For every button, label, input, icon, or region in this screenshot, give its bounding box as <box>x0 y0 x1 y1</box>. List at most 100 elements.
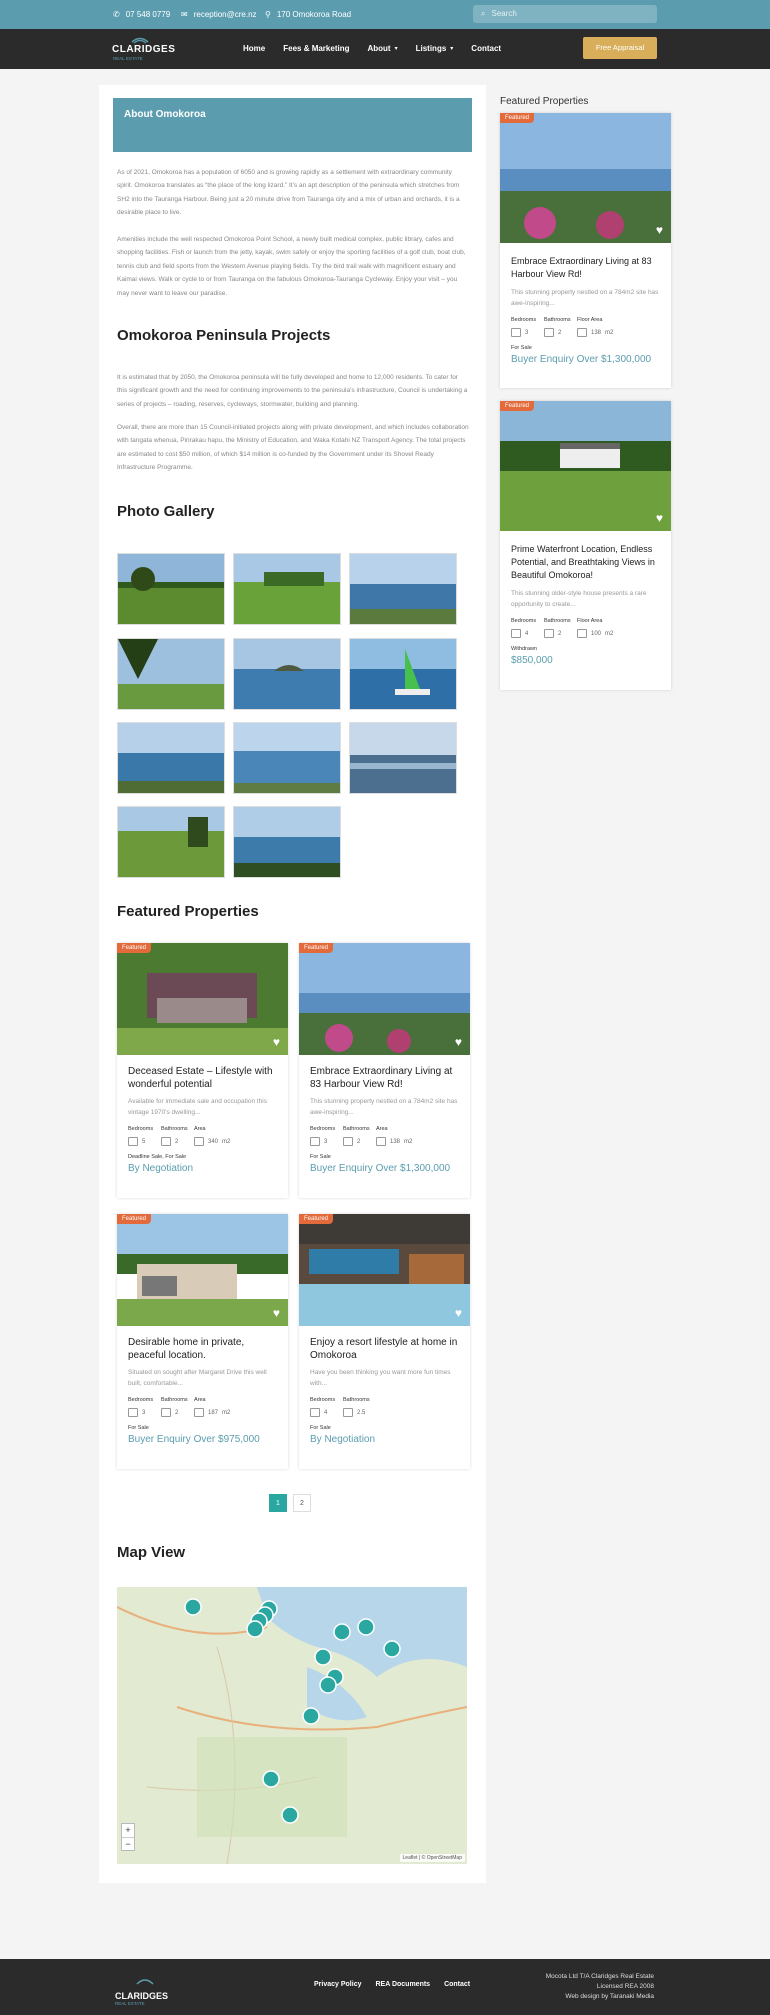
property-price: Buyer Enquiry Over $1,300,000 <box>511 354 652 365</box>
site-footer: CLARIDGES REAL ESTATE Privacy Policy REA… <box>0 1959 770 2015</box>
gallery-photo-10[interactable] <box>117 806 225 878</box>
heart-icon[interactable]: ♥ <box>455 1306 462 1320</box>
property-title[interactable]: Enjoy a resort lifestyle at home in Omok… <box>299 1336 470 1362</box>
bathrooms-value: 2.5 <box>357 1409 366 1416</box>
property-image[interactable]: Featured ♥ <box>117 1214 288 1326</box>
gallery-photo-2[interactable] <box>233 553 341 625</box>
nav-listings[interactable]: Listings <box>416 29 447 69</box>
property-card-4[interactable]: Featured ♥ Enjoy a resort lifestyle at h… <box>299 1214 470 1469</box>
property-title[interactable]: Embrace Extraordinary Living at 83 Harbo… <box>299 1065 470 1091</box>
area-icon <box>577 629 587 638</box>
gallery-photo-1[interactable] <box>117 553 225 625</box>
bed-icon <box>511 328 521 337</box>
area-icon <box>194 1408 204 1417</box>
pagination: 1 2 <box>269 1494 311 1512</box>
projects-title: Omokoroa Peninsula Projects <box>117 327 331 344</box>
page-2-button[interactable]: 2 <box>293 1494 311 1512</box>
footer-link-privacy[interactable]: Privacy Policy <box>314 1981 361 1988</box>
nav-about[interactable]: About <box>367 29 390 69</box>
heart-icon[interactable]: ♥ <box>656 511 663 525</box>
envelope-icon: ✉ <box>181 10 188 19</box>
sidebar-property-card-1[interactable]: Featured ♥ Embrace Extraordinary Living … <box>500 113 671 388</box>
gallery-photo-3[interactable] <box>349 553 457 625</box>
heart-icon[interactable]: ♥ <box>455 1035 462 1049</box>
property-card-1[interactable]: Featured ♥ Deceased Estate – Lifestyle w… <box>117 943 288 1198</box>
site-logo[interactable]: CLARIDGES REAL ESTATE <box>110 34 175 64</box>
property-image[interactable]: Featured ♥ <box>500 401 671 531</box>
property-status: For Sale <box>511 345 532 351</box>
nav-fees[interactable]: Fees & Marketing <box>283 29 349 69</box>
property-image[interactable]: Featured ♥ <box>299 1214 470 1326</box>
phone-contact[interactable]: ✆ 07 548 0779 <box>113 0 170 29</box>
property-title[interactable]: Deceased Estate – Lifestyle with wonderf… <box>117 1065 288 1091</box>
bedrooms-value: 3 <box>324 1138 328 1145</box>
property-price: $850,000 <box>511 655 553 666</box>
projects-paragraph-1: It is estimated that by 2050, the Omokor… <box>117 374 468 408</box>
property-price: By Negotiation <box>128 1163 194 1174</box>
heart-icon[interactable]: ♥ <box>273 1306 280 1320</box>
gallery-photo-7[interactable] <box>117 722 225 794</box>
property-card-3[interactable]: Featured ♥ Desirable home in private, pe… <box>117 1214 288 1469</box>
footer-link-contact[interactable]: Contact <box>444 1981 470 1988</box>
address-text: 170 Omokoroa Road <box>276 10 352 19</box>
gallery-photo-6[interactable] <box>349 638 457 710</box>
email-contact[interactable]: ✉ reception@cre.nz <box>181 0 257 29</box>
property-features: Bedrooms 3 Bathrooms 2 Floor Area 138 m2 <box>500 317 671 337</box>
gallery-photo-9[interactable] <box>349 722 457 794</box>
search-icon: ⌕ <box>481 9 486 18</box>
page-1-button[interactable]: 1 <box>269 1494 287 1512</box>
gallery-photo-11[interactable] <box>233 806 341 878</box>
bed-icon <box>128 1137 138 1146</box>
bedrooms-label: Bedrooms <box>511 317 537 323</box>
property-features: Bedrooms 4 Bathrooms 2 Floor Area 100 m2 <box>500 618 671 638</box>
nav-menu: Home Fees & Marketing About ▾ Listings ▾… <box>243 29 501 69</box>
map-view[interactable]: + − Leaflet | © OpenStreetMap <box>117 1587 467 1864</box>
nav-home[interactable]: Home <box>243 29 265 69</box>
search-placeholder: Search <box>491 9 517 18</box>
featured-badge: Featured <box>299 1214 334 1224</box>
area-unit: m2 <box>404 1138 413 1145</box>
property-card-2[interactable]: Featured ♥ Embrace Extraordinary Living … <box>299 943 470 1198</box>
logo-text: CLARIDGES <box>112 44 176 55</box>
property-status: For Sale <box>310 1154 331 1160</box>
bathrooms-label: Bathrooms <box>544 618 571 624</box>
property-title[interactable]: Prime Waterfront Location, Endless Poten… <box>500 543 671 582</box>
free-appraisal-button[interactable]: Free Appraisal <box>583 37 657 59</box>
area-icon <box>577 328 587 337</box>
map-title: Map View <box>117 1544 186 1561</box>
property-desc: This stunning property nestled on a 784m… <box>511 289 659 307</box>
bedrooms-value: 4 <box>525 630 529 637</box>
bathrooms-value: 2 <box>357 1138 361 1145</box>
featured-badge: Featured <box>299 943 334 953</box>
property-image[interactable]: Featured ♥ <box>500 113 671 243</box>
property-title[interactable]: Embrace Extraordinary Living at 83 Harbo… <box>500 255 671 281</box>
gallery-photo-4[interactable] <box>117 638 225 710</box>
nav-contact[interactable]: Contact <box>471 29 501 69</box>
zoom-in-button[interactable]: + <box>122 1824 134 1837</box>
property-image[interactable]: Featured ♥ <box>117 943 288 1055</box>
bedrooms-value: 3 <box>525 329 529 336</box>
area-unit: m2 <box>605 329 614 336</box>
gallery-photo-5[interactable] <box>233 638 341 710</box>
heart-icon[interactable]: ♥ <box>273 1035 280 1049</box>
property-title[interactable]: Desirable home in private, peaceful loca… <box>117 1336 288 1362</box>
footer-credit[interactable]: Web design by Taranaki Media <box>546 1992 654 2002</box>
bathrooms-label: Bathrooms <box>161 1126 188 1132</box>
footer-link-rea[interactable]: REA Documents <box>375 1981 430 1988</box>
email-text: reception@cre.nz <box>193 10 257 19</box>
bed-icon <box>511 629 521 638</box>
gallery-title: Photo Gallery <box>117 503 215 520</box>
bedrooms-label: Bedrooms <box>511 618 537 624</box>
property-image[interactable]: Featured ♥ <box>299 943 470 1055</box>
about-paragraph-2: Amenities include the well respected Omo… <box>117 236 466 297</box>
map-markers <box>184 1598 401 1824</box>
footer-logo[interactable]: CLARIDGES REAL ESTATE <box>115 1973 175 2006</box>
gallery-photo-8[interactable] <box>233 722 341 794</box>
area-unit: m2 <box>222 1138 231 1145</box>
zoom-out-button[interactable]: − <box>122 1837 134 1851</box>
sidebar-property-card-2[interactable]: Featured ♥ Prime Waterfront Location, En… <box>500 401 671 690</box>
search-input[interactable]: ⌕ Search <box>473 5 657 23</box>
area-label: Area <box>194 1126 206 1132</box>
logo-sub: REAL ESTATE <box>113 56 143 61</box>
heart-icon[interactable]: ♥ <box>656 223 663 237</box>
